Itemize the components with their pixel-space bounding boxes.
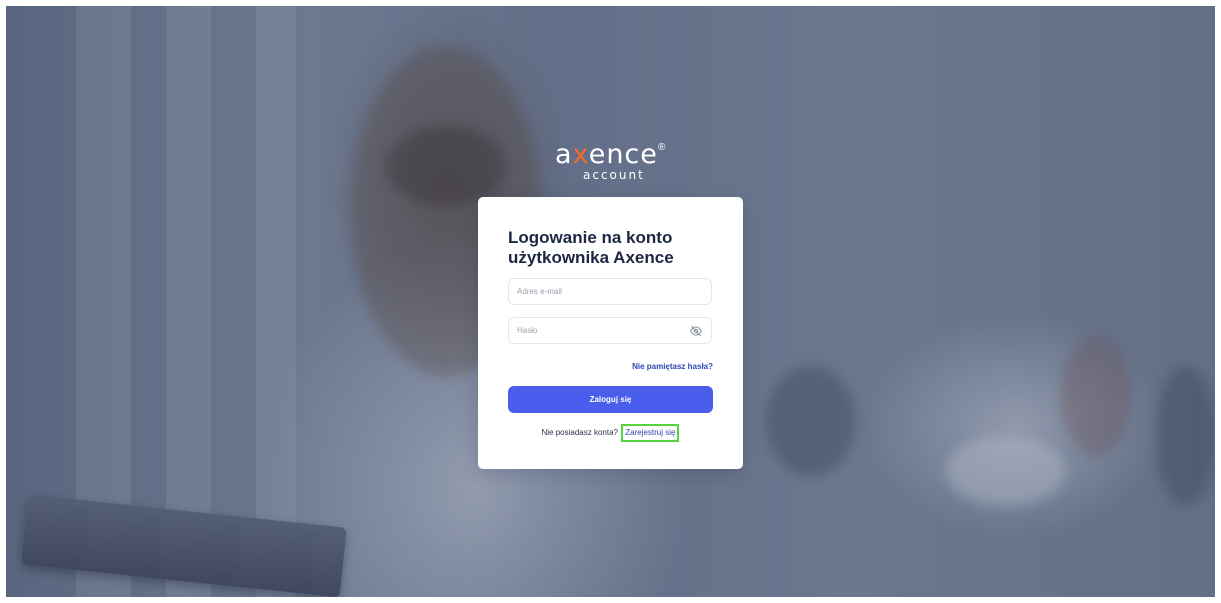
login-card: Logowanie na konto użytkownika Axence Ni… (478, 197, 743, 469)
register-row: Nie posiadasz konta? Zarejestruj się (478, 424, 743, 442)
logo-wordmark-x: x (572, 139, 589, 170)
logo-wordmark-prefix: a (555, 139, 573, 170)
email-field[interactable] (508, 278, 712, 305)
register-link[interactable]: Zarejestruj się (621, 424, 680, 442)
forgot-password-link[interactable]: Nie pamiętasz hasła? (508, 362, 713, 371)
eye-slash-icon[interactable] (689, 324, 703, 338)
logo-wordmark-suffix: ence (588, 139, 658, 170)
logo-registered-mark: ® (658, 142, 666, 153)
no-account-text: Nie posiadasz konta? (541, 428, 619, 437)
login-button[interactable]: Zaloguj się (508, 386, 713, 413)
password-field[interactable] (508, 317, 712, 344)
login-title: Logowanie na konto użytkownika Axence (508, 228, 674, 267)
password-input[interactable] (517, 318, 687, 343)
axence-logo: axence ® account (555, 139, 670, 187)
logo-subtitle: account (583, 168, 645, 182)
email-input[interactable] (517, 279, 687, 304)
logo-wordmark: axence (555, 139, 658, 171)
